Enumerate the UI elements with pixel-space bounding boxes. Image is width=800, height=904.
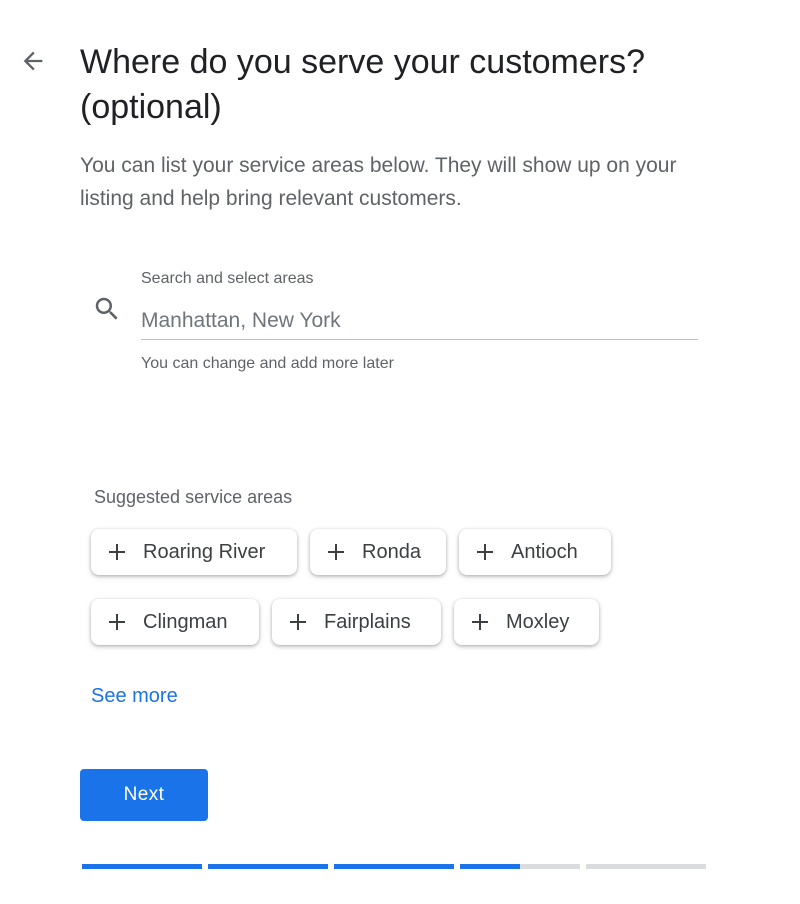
plus-icon — [109, 544, 125, 560]
back-button[interactable] — [14, 42, 52, 80]
see-more-link[interactable]: See more — [91, 685, 178, 708]
search-input[interactable] — [141, 302, 698, 340]
chip-fairplains[interactable]: Fairplains — [272, 599, 441, 645]
page-subtitle: You can list your service areas below. T… — [80, 154, 677, 210]
plus-icon — [109, 614, 125, 630]
plus-icon — [472, 614, 488, 630]
chip-clingman[interactable]: Clingman — [91, 599, 259, 645]
chip-label: Fairplains — [324, 610, 411, 633]
chip-ronda[interactable]: Ronda — [310, 529, 446, 575]
chip-label: Roaring River — [143, 540, 266, 563]
progress-segment — [208, 864, 328, 869]
plus-icon — [328, 544, 344, 560]
chip-label: Moxley — [506, 610, 570, 633]
next-button[interactable]: Next — [80, 769, 208, 821]
progress-segment — [460, 864, 580, 869]
plus-icon — [477, 544, 493, 560]
suggested-areas-heading: Suggested service areas — [94, 487, 293, 507]
chip-antioch[interactable]: Antioch — [459, 529, 611, 575]
chip-label: Clingman — [143, 610, 228, 633]
search-label: Search and select areas — [141, 270, 314, 287]
progress-segment — [82, 864, 202, 869]
search-helper-text: You can change and add more later — [141, 355, 394, 372]
arrow-back-icon — [23, 51, 43, 71]
chip-moxley[interactable]: Moxley — [454, 599, 599, 645]
search-icon — [95, 297, 118, 320]
progress-segment — [334, 864, 454, 869]
chip-roaring-river[interactable]: Roaring River — [91, 529, 297, 575]
progress-segment — [586, 864, 706, 869]
plus-icon — [290, 614, 306, 630]
chip-label: Antioch — [511, 540, 578, 563]
chip-label: Ronda — [362, 540, 421, 563]
page-title: Where do you serve your customers? (opti… — [80, 43, 646, 126]
onboarding-page: Where do you serve your customers? (opti… — [0, 0, 800, 904]
